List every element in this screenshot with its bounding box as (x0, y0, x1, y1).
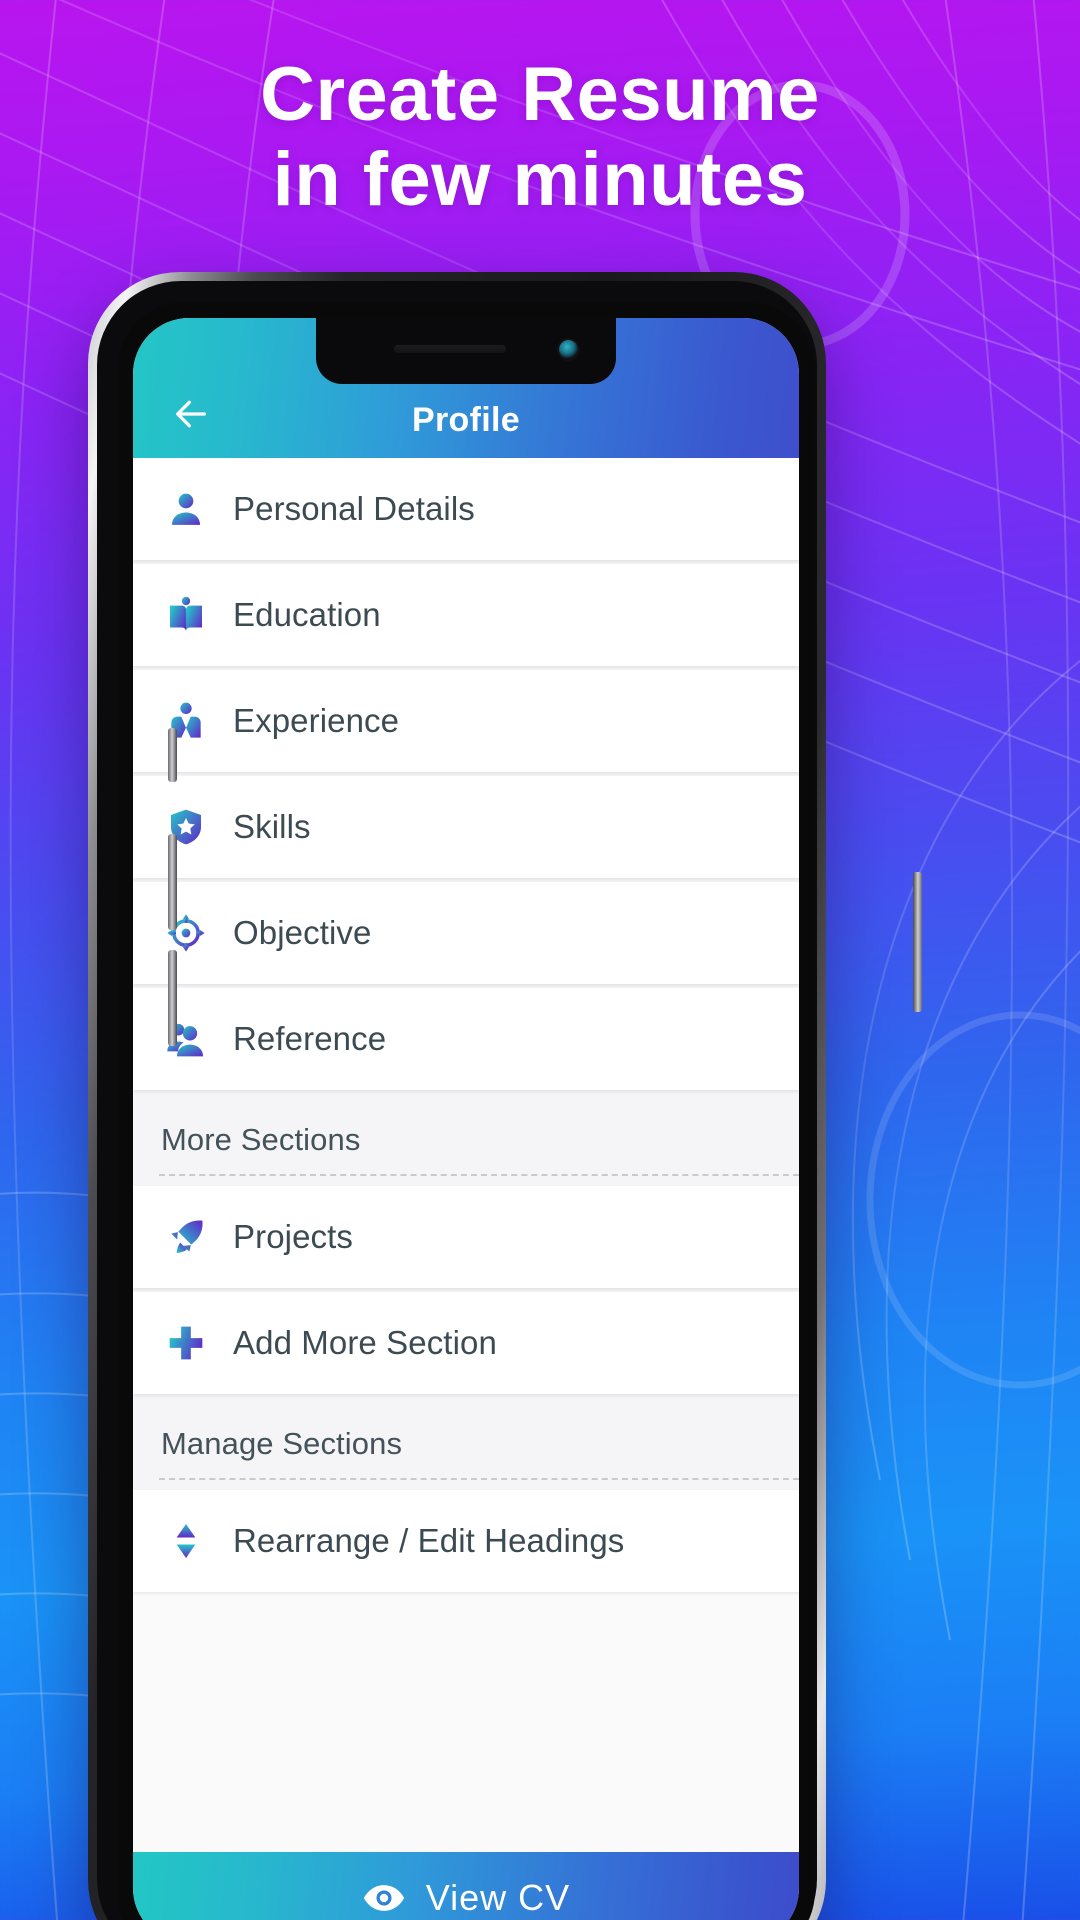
list-item-label: Personal Details (233, 490, 475, 527)
phone-screen: Profile Personal Details Education Exper… (133, 318, 799, 1920)
list-item-label: Objective (233, 914, 372, 951)
promo-headline: Create Resume in few minutes (0, 52, 1080, 222)
front-camera-icon (559, 340, 578, 359)
power-button[interactable] (913, 872, 922, 1012)
list-item-reference[interactable]: Reference (133, 988, 799, 1090)
list-item-education[interactable]: Education (133, 564, 799, 666)
list-item-add-more-section[interactable]: Add More Section (133, 1292, 799, 1394)
phone-inner-frame: Profile Personal Details Education Exper… (97, 281, 817, 1920)
list-item-label: Experience (233, 702, 400, 739)
list-item-label: Education (233, 596, 381, 633)
volume-up-button[interactable] (168, 834, 177, 930)
volume-down-button[interactable] (168, 950, 177, 1046)
person-icon (161, 484, 211, 534)
back-button[interactable] (163, 388, 219, 444)
list-item-objective[interactable]: Objective (133, 882, 799, 984)
list-item-personal-details[interactable]: Personal Details (133, 458, 799, 560)
eye-icon (362, 1883, 406, 1913)
phone-notch (316, 318, 616, 384)
open-book-icon (161, 590, 211, 640)
headline-line-1: Create Resume (260, 52, 820, 137)
section-header-label: Manage Sections (161, 1426, 403, 1461)
plus-icon (161, 1318, 211, 1368)
page-title: Profile (412, 401, 520, 439)
list-item-label: Rearrange / Edit Headings (233, 1522, 625, 1559)
rocket-icon (161, 1212, 211, 1262)
view-cv-label: View CV (425, 1877, 571, 1918)
headline-line-2: in few minutes (272, 137, 808, 223)
arrow-left-icon (171, 394, 211, 439)
list-item-rearrange-edit-headings[interactable]: Rearrange / Edit Headings (133, 1490, 799, 1592)
section-header-label: More Sections (161, 1122, 361, 1157)
more-sections-header: More Sections (133, 1094, 799, 1186)
earpiece-speaker (394, 345, 506, 353)
list-item-projects[interactable]: Projects (133, 1186, 799, 1288)
manage-sections-header: Manage Sections (133, 1398, 799, 1490)
view-cv-button[interactable]: View CV (133, 1852, 799, 1920)
list-item-experience[interactable]: Experience (133, 670, 799, 772)
section-list: Personal Details Education Experience Sk… (133, 458, 799, 1592)
list-item-label: Projects (233, 1218, 354, 1255)
silence-switch[interactable] (168, 728, 177, 782)
phone-mockup: Profile Personal Details Education Exper… (88, 272, 922, 1920)
list-item-skills[interactable]: Skills (133, 776, 799, 878)
list-item-label: Add More Section (233, 1324, 497, 1361)
list-item-label: Skills (233, 808, 311, 845)
up-down-arrows-icon (161, 1516, 211, 1566)
list-item-label: Reference (233, 1020, 387, 1057)
phone-bezel: Profile Personal Details Education Exper… (117, 301, 815, 1920)
